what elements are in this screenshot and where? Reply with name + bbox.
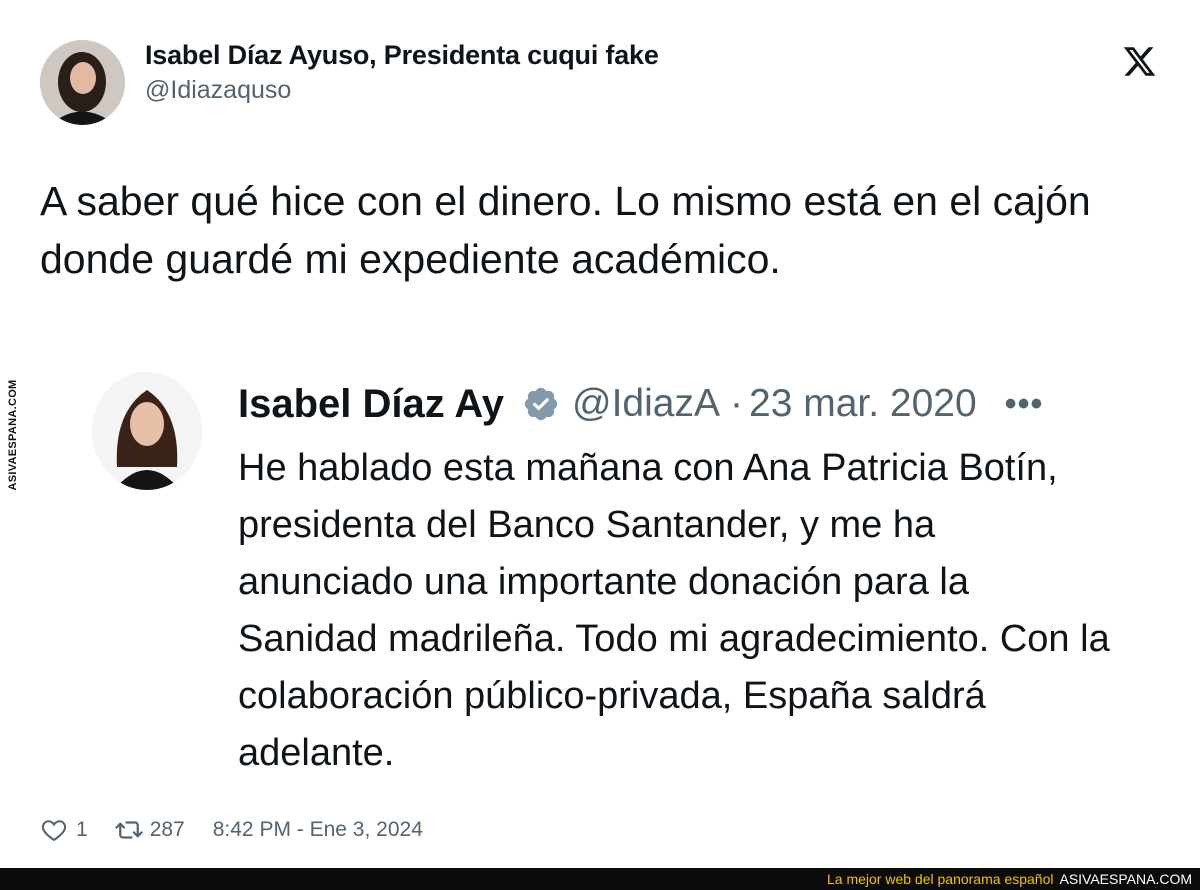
author-handle[interactable]: @Idiazaquso: [145, 76, 291, 105]
retweet-button[interactable]: 287: [88, 815, 185, 845]
quoted-author-name: Isabel Díaz Ay: [238, 381, 505, 426]
quoted-date: 23 mar. 2020: [749, 382, 977, 425]
heart-icon: [41, 820, 67, 842]
retweet-icon: [115, 821, 143, 839]
quoted-author-avatar: [92, 372, 202, 490]
tweet-stats: 1 287 8:42 PM - Ene 3, 2024: [40, 813, 423, 847]
author-avatar[interactable]: [40, 40, 125, 125]
x-logo-icon[interactable]: [1121, 44, 1158, 79]
quoted-tweet-text: He hablado esta mañana con Ana Patricia …: [238, 447, 1110, 774]
banner-slogan: La mejor web del panorama español: [827, 871, 1054, 887]
tweet-text: A saber qué hice con el dinero. Lo mismo…: [40, 178, 1091, 282]
author-name[interactable]: Isabel Díaz Ayuso, Presidenta cuqui fake: [145, 40, 659, 71]
side-watermark: ASIVAESPANA.COM: [0, 372, 26, 498]
more-options-icon: •••: [1004, 384, 1044, 423]
quoted-header: Isabel Díaz Ay @IdiazA · 23 mar. 2020 ••…: [238, 376, 1043, 432]
tweet-timestamp[interactable]: 8:42 PM - Ene 3, 2024: [213, 818, 423, 842]
side-watermark-text: ASIVAESPANA.COM: [7, 379, 19, 491]
verified-badge-icon: [524, 387, 558, 421]
quoted-author-handle: @IdiazA: [572, 382, 720, 425]
retweet-count: 287: [149, 818, 185, 841]
banner-brand[interactable]: ASIVAESPANA.COM: [1059, 871, 1192, 887]
like-button[interactable]: 1: [40, 816, 88, 844]
like-count: 1: [76, 818, 88, 841]
bottom-banner: La mejor web del panorama español ASIVAE…: [0, 868, 1200, 890]
tweet-card: Isabel Díaz Ayuso, Presidenta cuqui fake…: [0, 0, 1200, 890]
quoted-separator: ·: [730, 382, 743, 425]
